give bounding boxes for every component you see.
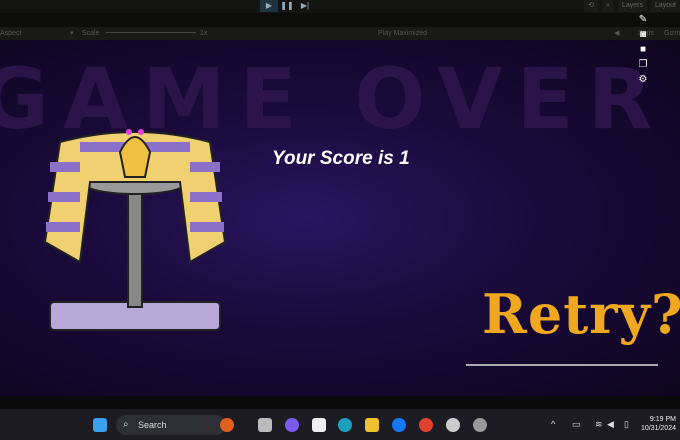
play-controls: ▶ ❚❚ ▶|	[260, 0, 314, 12]
edge-icon[interactable]	[338, 418, 352, 432]
unity-icon[interactable]	[473, 418, 487, 432]
time: 9:19 PM	[649, 416, 676, 423]
task-view-icon[interactable]	[258, 418, 272, 432]
gizmos-button[interactable]: Gizmos	[664, 27, 680, 40]
copy-icon[interactable]: ❐	[639, 59, 648, 70]
search-box[interactable]: ⌕ Search	[116, 415, 226, 435]
pumpkin-widget-icon[interactable]	[220, 418, 234, 432]
score-text: Your Score is 1	[272, 148, 410, 169]
retry-button[interactable]: Retry?	[482, 282, 680, 346]
history-icon[interactable]: ⟲	[584, 0, 599, 12]
editor-toolbar: ▶ ❚❚ ▶| ⟲ ⌕ Layers Layout	[0, 0, 680, 13]
gear-icon[interactable]: ⚙	[639, 74, 648, 85]
taskbar: ⌕ Search ^ ▭ ≋ ◀ ▯ 9:19 PM 10/31/2024	[0, 409, 680, 440]
scale-slider[interactable]	[106, 32, 196, 33]
search-icon: ⌕	[123, 419, 129, 430]
wifi-icon[interactable]: ≋	[595, 419, 603, 430]
pharaoh-statue-image	[43, 129, 227, 331]
volume-icon[interactable]: ◀	[607, 419, 614, 430]
play-button[interactable]: ▶	[260, 0, 278, 12]
play-mode-dropdown[interactable]: Play Maximized	[378, 27, 427, 40]
file-explorer-icon[interactable]	[365, 418, 379, 432]
scale-value: 1x	[200, 30, 208, 37]
game-view: GAME OVER Your Score is 1 Retry?	[0, 40, 680, 396]
video-icon[interactable]: ■	[640, 44, 646, 55]
chevron-down-icon: ▾	[70, 30, 74, 37]
aspect-dropdown[interactable]: Aspect	[0, 27, 21, 40]
pen-icon[interactable]: ✎	[639, 14, 647, 25]
search-placeholder: Search	[138, 420, 167, 430]
battery-icon[interactable]: ▯	[624, 419, 629, 430]
retry-underline	[466, 364, 658, 366]
date: 10/31/2024	[640, 425, 676, 432]
facebook-icon[interactable]	[392, 418, 406, 432]
layout-dropdown[interactable]: Layout	[650, 0, 680, 12]
layers-dropdown[interactable]: Layers	[617, 0, 647, 12]
editor-status-bar	[0, 396, 680, 409]
tab-strip	[0, 13, 680, 27]
unity-hub-icon[interactable]	[446, 418, 460, 432]
chrome-icon[interactable]	[419, 418, 433, 432]
chevron-up-icon[interactable]: ^	[551, 419, 555, 429]
game-view-bar: Aspect ▾ Scale 1x Play Maximized ◀ Stats…	[0, 27, 680, 40]
store-icon[interactable]	[312, 418, 326, 432]
mute-icon[interactable]: ◀	[614, 27, 619, 40]
chat-icon[interactable]	[285, 418, 299, 432]
windows-start-icon[interactable]	[93, 418, 107, 432]
step-button[interactable]: ▶|	[296, 0, 314, 12]
clock[interactable]: 9:19 PM 10/31/2024	[641, 415, 676, 433]
scale-label: Scale	[82, 30, 100, 37]
camera-icon[interactable]: ◙	[640, 29, 646, 40]
side-toolbar: ✎ ◙ ■ ❐ ⚙	[636, 14, 650, 85]
keyboard-icon[interactable]: ▭	[572, 419, 581, 430]
pause-button[interactable]: ❚❚	[278, 0, 296, 12]
search-icon[interactable]: ⌕	[602, 0, 614, 12]
